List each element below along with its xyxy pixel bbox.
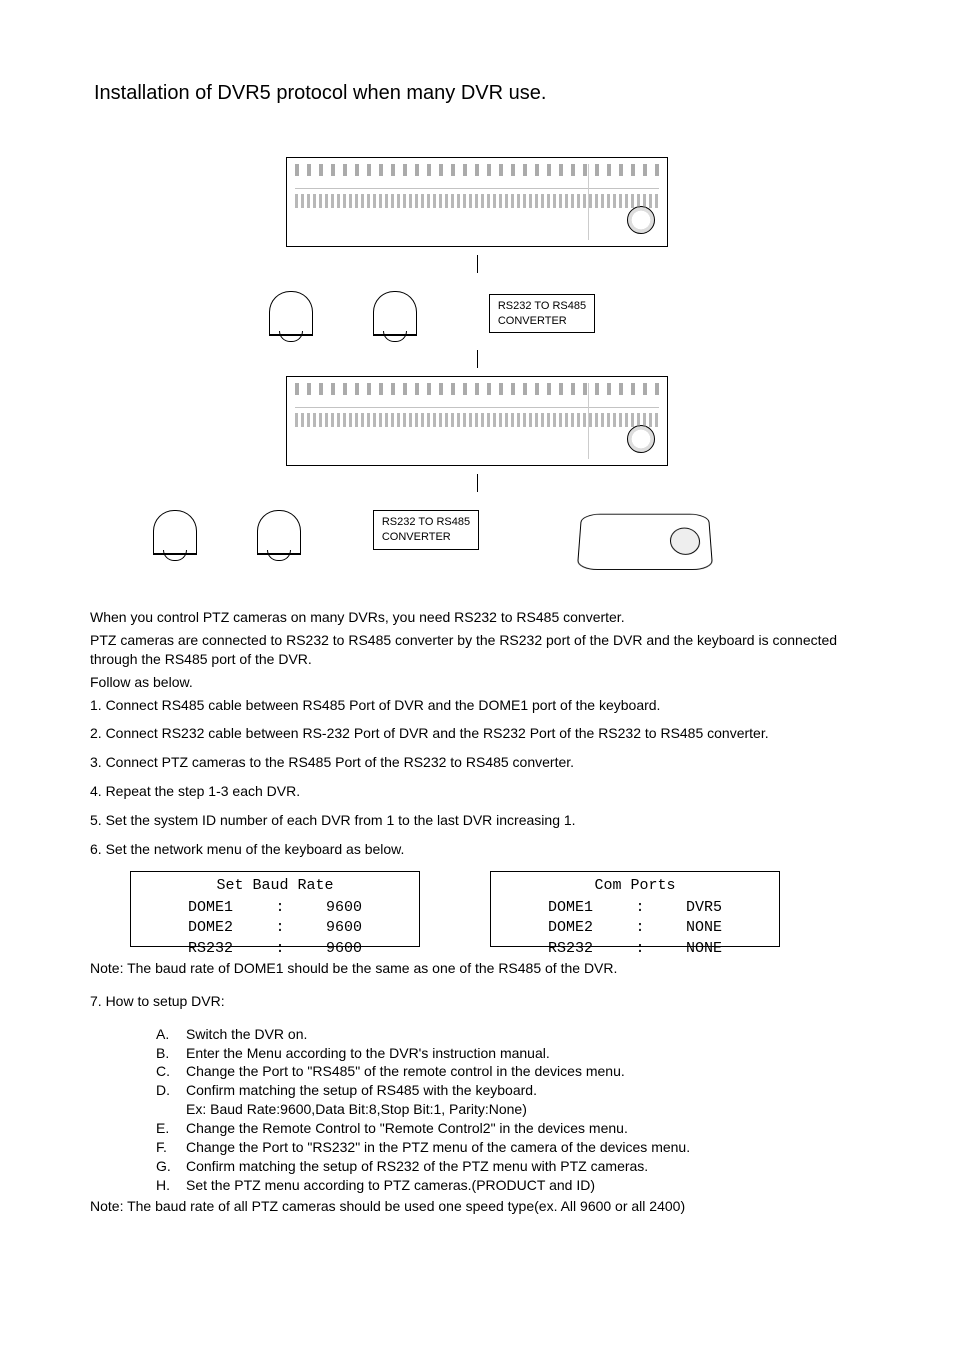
converter-label: CONVERTER [498,314,586,329]
substep-item: D.Confirm matching the setup of RS485 wi… [156,1081,864,1100]
substep-item: F.Change the Port to "RS232" in the PTZ … [156,1138,864,1157]
lcd-line: DOME2 : NONE [548,918,722,938]
step-item: 3. Connect PTZ cameras to the RS485 Port… [90,753,864,772]
lcd-line: RS232 : NONE [548,939,722,959]
substep-item: C.Change the Port to "RS485" of the remo… [156,1062,864,1081]
substep-item: E.Change the Remote Control to "Remote C… [156,1119,864,1138]
lcd-title: Com Ports [594,876,675,896]
intro-line: PTZ cameras are connected to RS232 to RS… [90,631,864,669]
dome-camera-icon [373,291,417,336]
intro-line: When you control PTZ cameras on many DVR… [90,608,864,627]
converter-box: RS232 TO RS485 CONVERTER [489,294,595,334]
dome-camera-icon [153,510,197,555]
lcd-line: RS232 : 9600 [188,939,362,959]
lcd-displays: Set Baud Rate DOME1 : 9600 DOME2 : 9600 … [130,871,864,947]
converter-label: RS232 TO RS485 [498,299,586,314]
lcd-line: DOME2 : 9600 [188,918,362,938]
dvr-illustration [286,376,668,466]
intro-text: When you control PTZ cameras on many DVR… [90,608,864,692]
step-item: 4. Repeat the step 1-3 each DVR. [90,782,864,801]
lcd-line: DOME1 : 9600 [188,898,362,918]
page-title: Installation of DVR5 protocol when many … [94,80,864,107]
step-item: 6. Set the network menu of the keyboard … [90,840,864,859]
lcd-title: Set Baud Rate [216,876,333,896]
installation-diagram: RS232 TO RS485 CONVERTER RS232 TO RS485 … [90,157,864,578]
substeps-list: A.Switch the DVR on. B.Enter the Menu ac… [156,1025,864,1195]
step-item: 7. How to setup DVR: [90,992,864,1011]
substep-item: G.Confirm matching the setup of RS232 of… [156,1157,864,1176]
converter-box: RS232 TO RS485 CONVERTER [373,510,479,550]
dome-camera-icon [257,510,301,555]
steps-list: 1. Connect RS485 cable between RS485 Por… [90,696,864,859]
step-item: 1. Connect RS485 cable between RS485 Por… [90,696,864,715]
step-item: 2. Connect RS232 cable between RS-232 Po… [90,724,864,743]
substep-item: B.Enter the Menu according to the DVR's … [156,1044,864,1063]
note-text: Note: The baud rate of DOME1 should be t… [90,959,864,978]
note-text: Note: The baud rate of all PTZ cameras s… [90,1197,864,1216]
substep-item: Ex: Baud Rate:9600,Data Bit:8,Stop Bit:1… [156,1100,864,1119]
lcd-com-ports: Com Ports DOME1 : DVR5 DOME2 : NONE RS23… [490,871,780,947]
lcd-baud-rate: Set Baud Rate DOME1 : 9600 DOME2 : 9600 … [130,871,420,947]
keyboard-controller-icon [577,514,713,570]
substep-item: H.Set the PTZ menu according to PTZ came… [156,1176,864,1195]
substep-item: A.Switch the DVR on. [156,1025,864,1044]
dome-camera-icon [269,291,313,336]
lcd-line: DOME1 : DVR5 [548,898,722,918]
intro-line: Follow as below. [90,673,864,692]
converter-label: RS232 TO RS485 [382,515,470,530]
dvr-illustration [286,157,668,247]
converter-label: CONVERTER [382,530,470,545]
step-item: 5. Set the system ID number of each DVR … [90,811,864,830]
